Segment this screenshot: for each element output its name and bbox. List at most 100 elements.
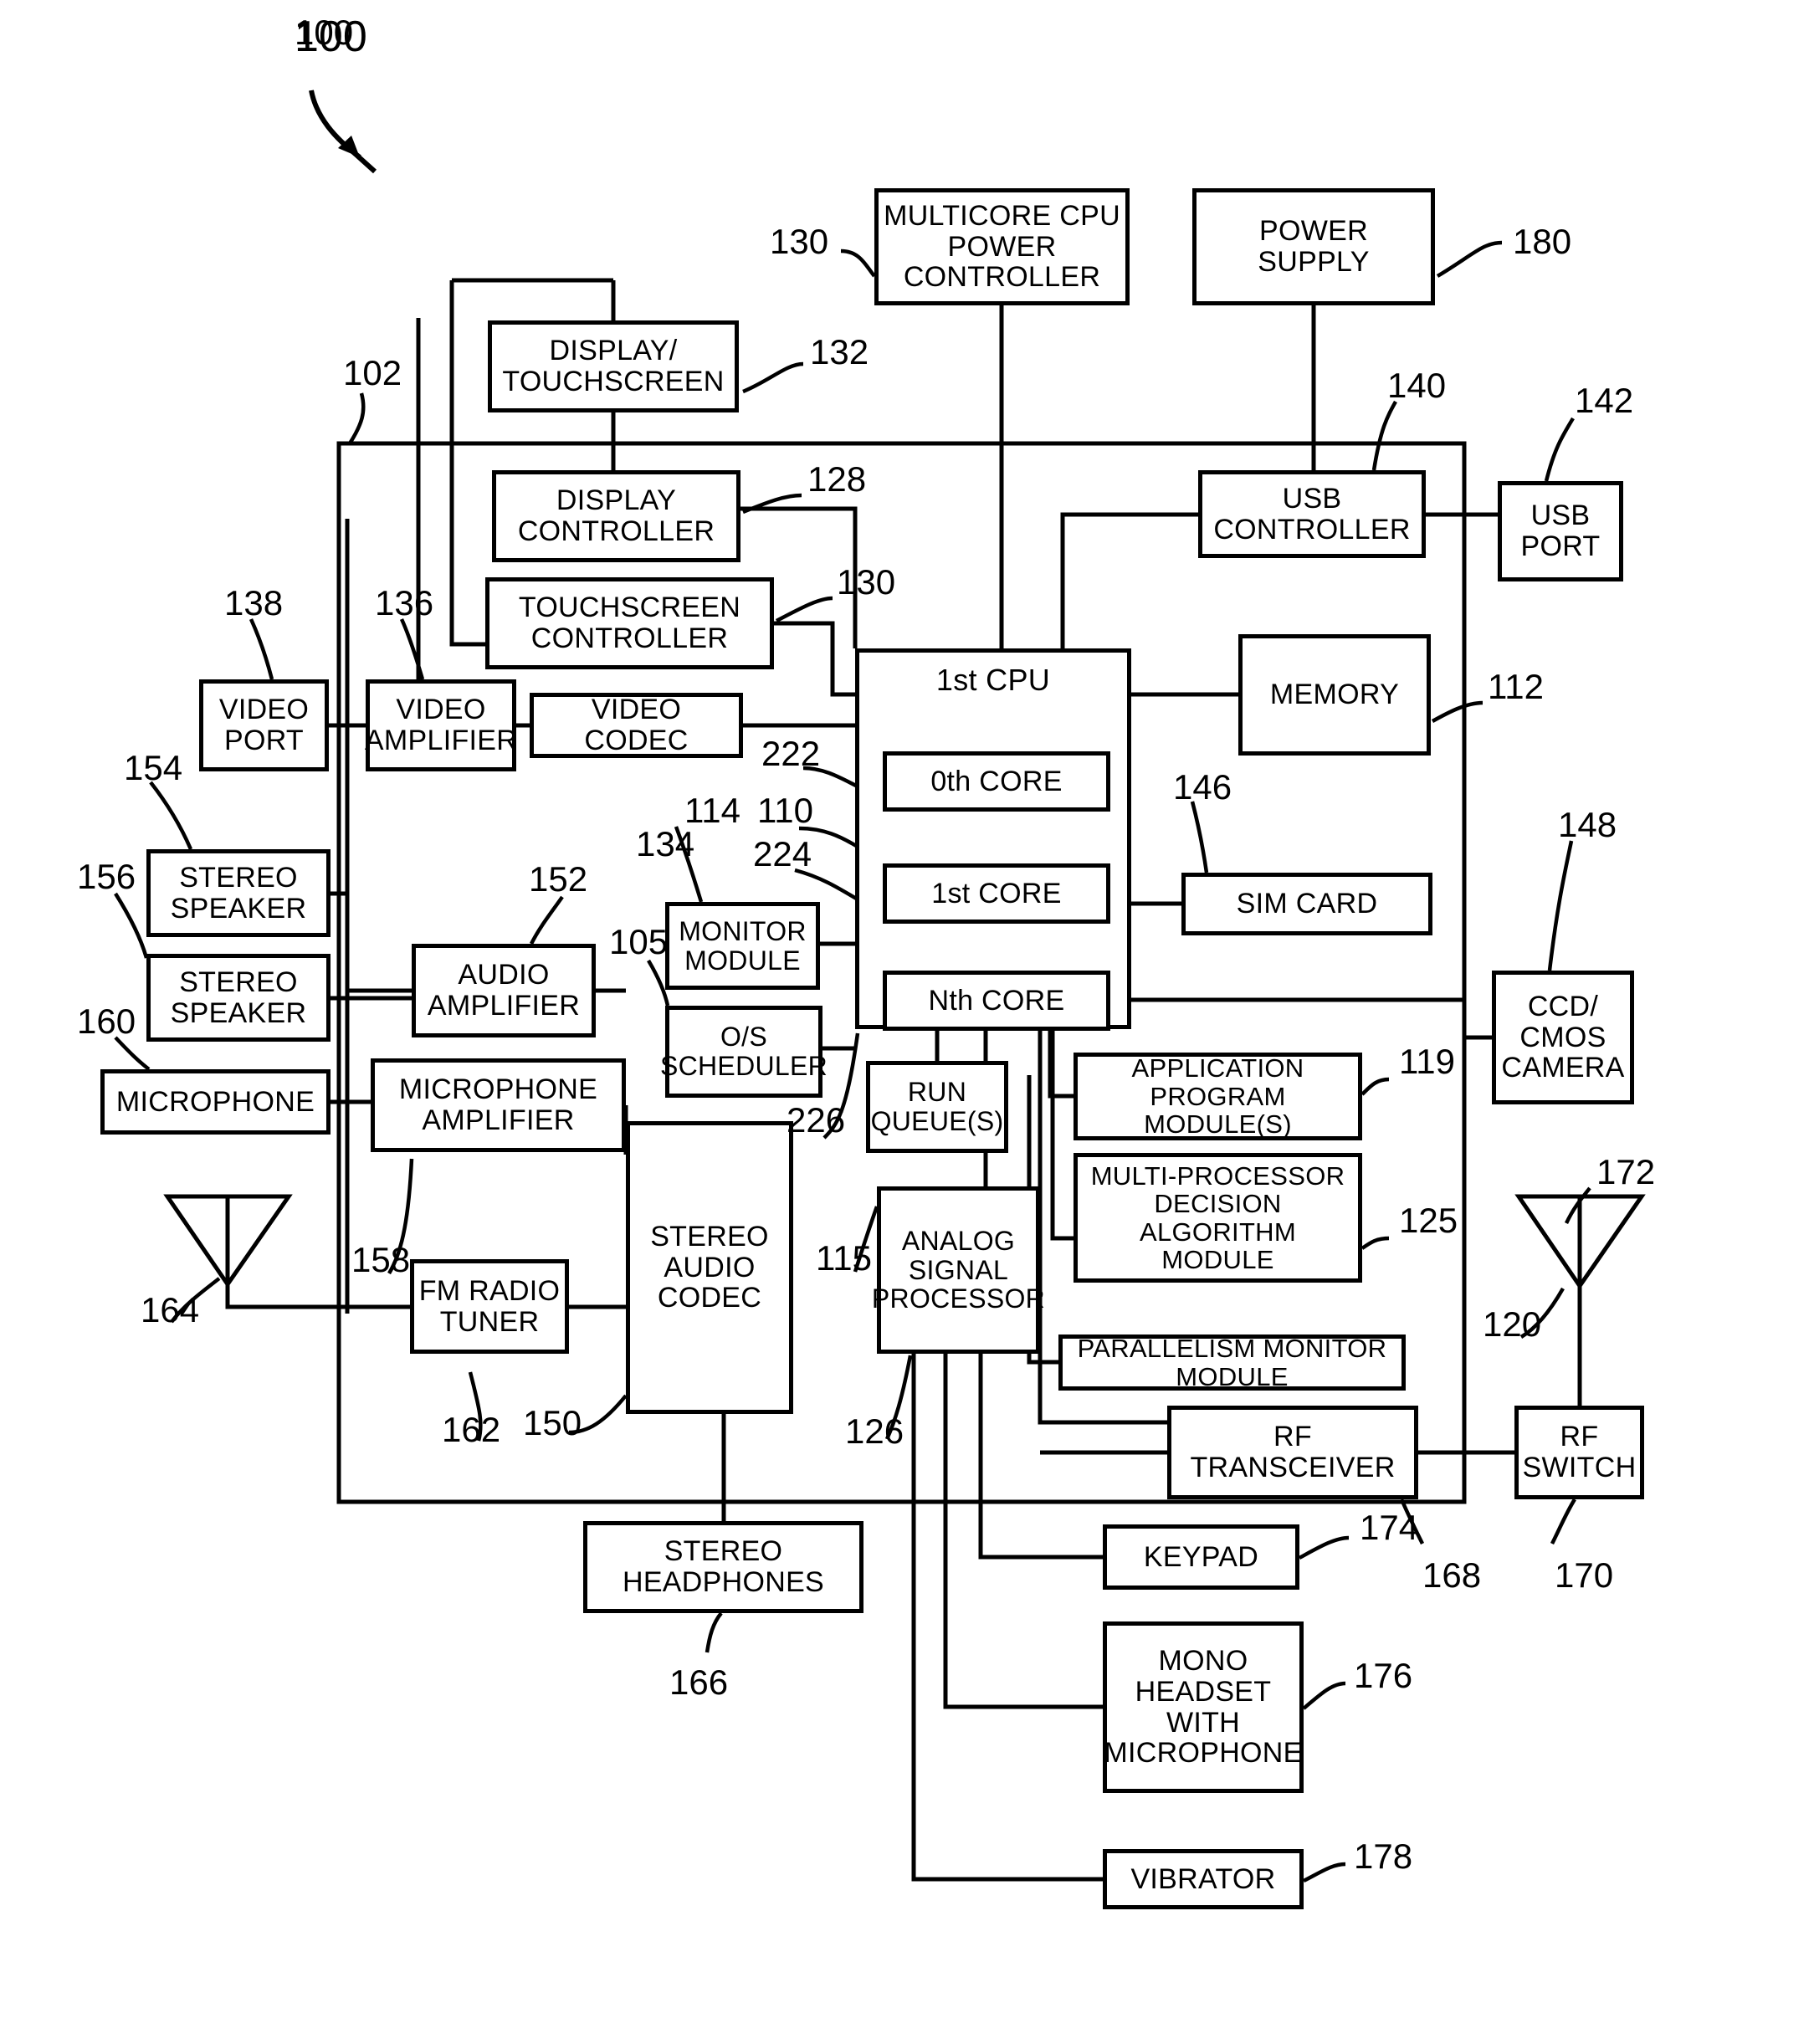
block-label: APPLICATION PROGRAM MODULE(S) <box>1131 1053 1304 1140</box>
block-microphone-amplifier: MICROPHONE AMPLIFIER <box>371 1058 626 1152</box>
block-application-program-modules: APPLICATION PROGRAM MODULE(S) <box>1074 1053 1362 1140</box>
reference-115: 115 <box>816 1238 872 1278</box>
block-core-0: 0th CORE <box>883 751 1110 812</box>
reference-158: 158 <box>351 1240 411 1279</box>
block-audio-amplifier: AUDIO AMPLIFIER <box>412 944 596 1037</box>
block-label: RUN QUEUE(S) <box>870 1077 1004 1136</box>
block-core-1: 1st CORE <box>883 863 1110 924</box>
block-rf-transceiver: RF TRANSCEIVER <box>1167 1406 1418 1499</box>
block-fm-radio-tuner: FM RADIO TUNER <box>410 1259 569 1354</box>
patent-figure: MULTICORE CPU POWER CONTROLLER POWER SUPP… <box>0 0 1814 2044</box>
reference-226: 226 <box>787 1100 846 1140</box>
block-label: PARALLELISM MONITOR MODULE <box>1077 1334 1387 1391</box>
block-label: MONO HEADSET WITH MICROPHONE <box>1104 1645 1303 1770</box>
block-multi-processor-decision-algorithm-module: MULTI-PROCESSOR DECISION ALGORITHM MODUL… <box>1074 1153 1362 1283</box>
reference-148: 148 <box>1558 805 1617 844</box>
block-power-supply: POWER SUPPLY <box>1192 188 1435 305</box>
block-label: MULTICORE CPU POWER CONTROLLER <box>884 199 1120 294</box>
block-stereo-speaker-1: STEREO SPEAKER <box>146 849 331 937</box>
block-keypad: KEYPAD <box>1103 1524 1299 1590</box>
block-label: DISPLAY/ TOUCHSCREEN <box>502 335 725 397</box>
block-stereo-audio-codec: STEREO AUDIO CODEC <box>626 1121 793 1414</box>
block-parallelism-monitor-module: PARALLELISM MONITOR MODULE <box>1058 1334 1406 1391</box>
block-label: TOUCHSCREEN CONTROLLER <box>518 592 741 654</box>
block-label: VIDEO AMPLIFIER <box>364 694 518 756</box>
reference-112: 112 <box>1488 667 1544 706</box>
reference-164: 164 <box>141 1290 200 1329</box>
reference-152: 152 <box>529 859 588 899</box>
block-label: SIM CARD <box>1236 888 1378 920</box>
reference-126: 126 <box>845 1411 904 1451</box>
block-label: CCD/ CMOS CAMERA <box>1501 990 1625 1084</box>
block-video-port: VIDEO PORT <box>199 679 329 771</box>
reference-125: 125 <box>1399 1201 1458 1240</box>
reference-178: 178 <box>1354 1837 1413 1876</box>
block-label: STEREO SPEAKER <box>170 861 307 925</box>
reference-128: 128 <box>807 459 867 499</box>
block-label: USB CONTROLLER <box>1213 482 1411 546</box>
block-usb-port: USB PORT <box>1498 481 1623 581</box>
block-run-queues: RUN QUEUE(S) <box>866 1061 1008 1153</box>
block-label: RF SWITCH <box>1522 1421 1637 1483</box>
block-label: ANALOG SIGNAL PROCESSOR <box>871 1226 1046 1314</box>
block-label: STEREO AUDIO CODEC <box>650 1220 769 1314</box>
reference-172: 172 <box>1596 1152 1656 1191</box>
reference-136: 136 <box>375 583 434 622</box>
reference-130: 130 <box>770 222 829 261</box>
block-label: MICROPHONE <box>115 1085 315 1118</box>
block-label: AUDIO AMPLIFIER <box>427 959 581 1022</box>
block-stereo-speaker-2: STEREO SPEAKER <box>146 954 331 1042</box>
block-label: 1st CPU <box>935 663 1051 697</box>
reference-180: 180 <box>1513 222 1572 261</box>
reference-224: 224 <box>753 834 812 873</box>
reference-160: 160 <box>77 1002 136 1041</box>
reference-132: 132 <box>810 332 869 371</box>
reference-114: 114 <box>684 791 740 830</box>
reference-174: 174 <box>1360 1508 1419 1547</box>
block-ccd-cmos-camera: CCD/ CMOS CAMERA <box>1492 971 1634 1104</box>
block-microphone: MICROPHONE <box>100 1069 331 1135</box>
reference-168: 168 <box>1422 1555 1482 1595</box>
reference-150: 150 <box>523 1403 582 1442</box>
reference-110: 110 <box>757 791 813 830</box>
block-label: 0th CORE <box>930 765 1063 797</box>
block-label: POWER SUPPLY <box>1258 215 1370 278</box>
block-label: O/S SCHEDULER <box>659 1022 828 1081</box>
reference-154: 154 <box>124 748 183 787</box>
reference-166: 166 <box>669 1662 729 1702</box>
block-label: Nth CORE <box>928 984 1065 1017</box>
block-multicore-cpu-power-controller: MULTICORE CPU POWER CONTROLLER <box>874 188 1130 305</box>
reference-138: 138 <box>224 583 284 622</box>
block-core-n: Nth CORE <box>883 971 1110 1031</box>
block-monitor-module: MONITOR MODULE <box>665 902 820 990</box>
reference-146: 146 <box>1173 767 1232 807</box>
block-label: VIDEO CODEC <box>584 694 689 756</box>
reference-120: 120 <box>1483 1304 1542 1344</box>
reference-176: 176 <box>1354 1656 1413 1695</box>
block-usb-controller: USB CONTROLLER <box>1198 470 1426 558</box>
block-label: VIDEO PORT <box>218 694 310 756</box>
block-label: DISPLAY CONTROLLER <box>517 484 715 547</box>
block-display-touchscreen: DISPLAY/ TOUCHSCREEN <box>488 320 739 412</box>
block-video-amplifier: VIDEO AMPLIFIER <box>364 679 518 771</box>
reference-105: 105 <box>609 922 669 961</box>
block-vibrator: VIBRATOR <box>1103 1849 1304 1909</box>
block-mono-headset-with-microphone: MONO HEADSET WITH MICROPHONE <box>1103 1621 1304 1793</box>
block-rf-switch: RF SWITCH <box>1514 1406 1644 1499</box>
block-label: MICROPHONE AMPLIFIER <box>398 1073 598 1136</box>
block-label: USB PORT <box>1520 499 1601 562</box>
block-analog-signal-processor: ANALOG SIGNAL PROCESSOR <box>872 1186 1045 1354</box>
reference-102: 102 <box>343 353 402 392</box>
block-label: MEMORY <box>1269 679 1400 711</box>
reference-130: 130 <box>837 562 896 602</box>
block-label: MONITOR MODULE <box>679 915 807 976</box>
block-label: MULTI-PROCESSOR DECISION ALGORITHM MODUL… <box>1090 1160 1345 1274</box>
block-label: STEREO HEADPHONES <box>622 1535 825 1598</box>
block-label: KEYPAD <box>1143 1540 1259 1573</box>
block-display-controller: DISPLAY CONTROLLER <box>492 470 740 562</box>
figure-number: 100 <box>295 13 367 61</box>
reference-134: 134 <box>636 824 695 863</box>
reference-162: 162 <box>442 1410 501 1449</box>
reference-170: 170 <box>1555 1555 1614 1595</box>
reference-142: 142 <box>1575 381 1634 420</box>
